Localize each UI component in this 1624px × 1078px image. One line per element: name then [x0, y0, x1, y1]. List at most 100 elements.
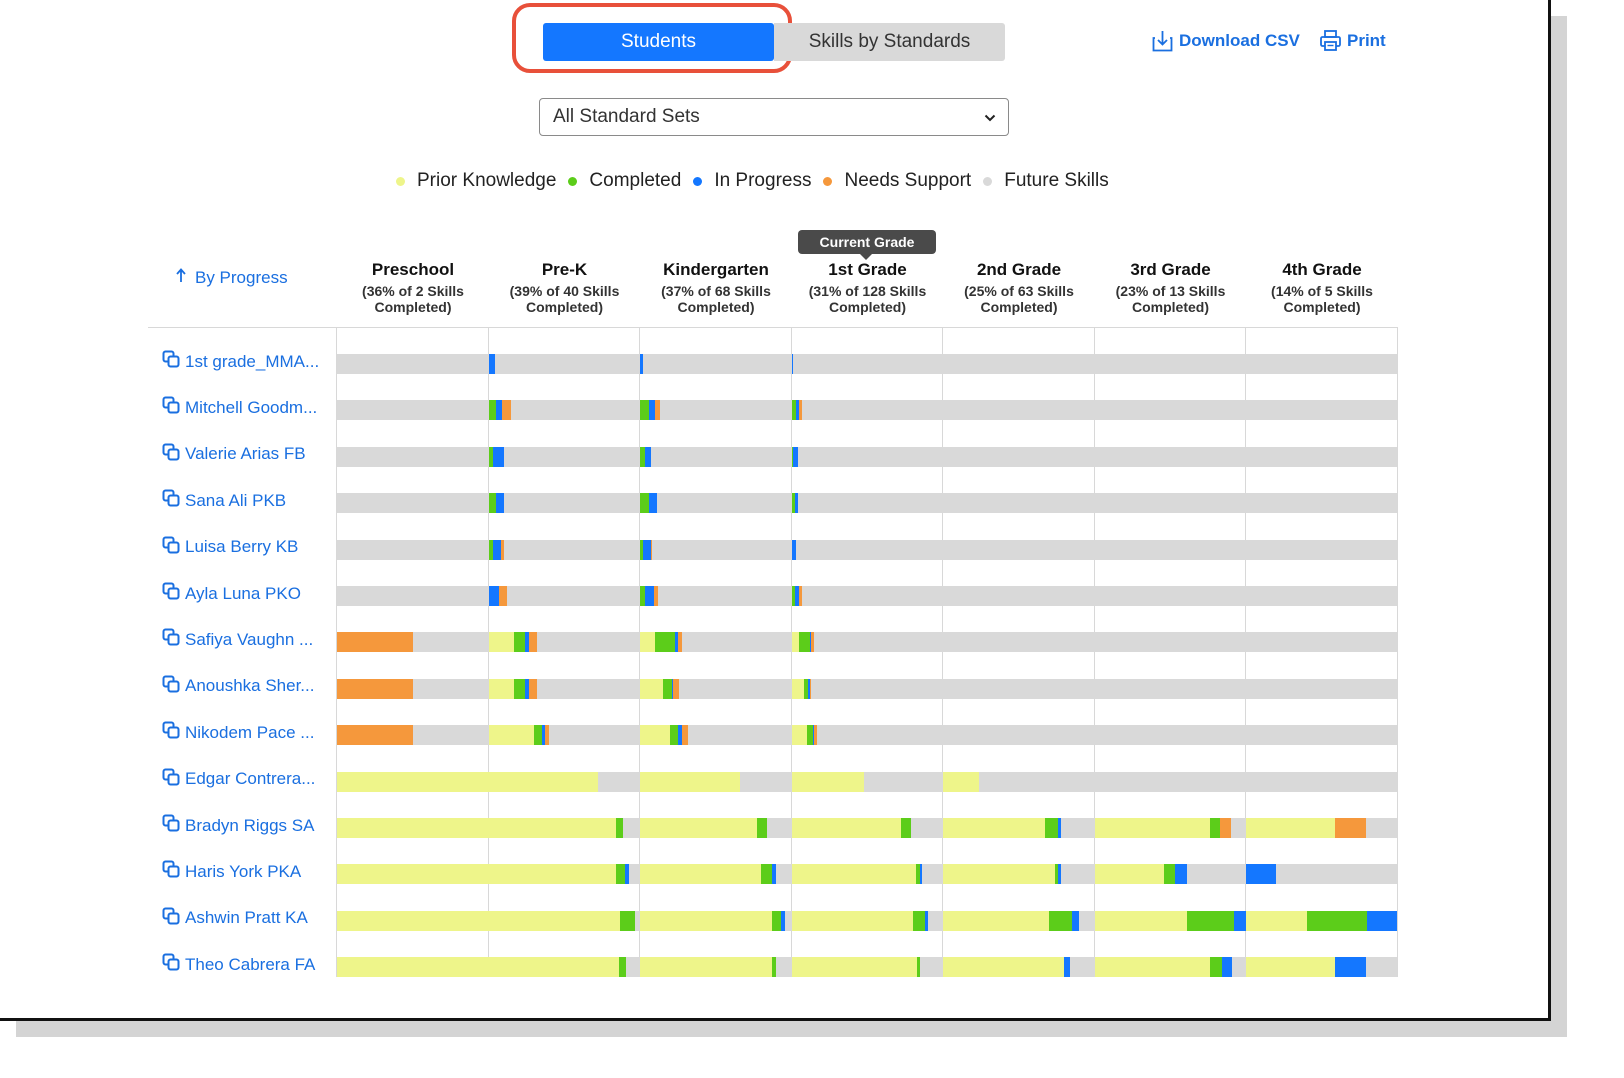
segment-in-progress	[791, 539, 797, 560]
segment-completed	[533, 725, 542, 746]
download-csv-button[interactable]: Download CSV	[1152, 30, 1300, 52]
legend-label: Needs Support	[844, 170, 972, 191]
grade-header: 3rd Grade (23% of 13 Skills Completed)	[1095, 260, 1247, 315]
student-link[interactable]: Ayla Luna PKO	[162, 582, 301, 605]
standard-set-select[interactable]: All Standard Sets	[539, 98, 1009, 136]
grade-header: 1st Grade (31% of 128 Skills Completed)	[792, 260, 944, 315]
student-link[interactable]: Mitchell Goodm...	[162, 396, 317, 419]
student-name: Bradyn Riggs SA	[185, 815, 315, 835]
student-link[interactable]: 1st grade_MMA...	[162, 350, 319, 373]
download-icon	[1152, 30, 1173, 52]
segment-prior-knowledge	[640, 678, 663, 699]
segment-completed	[615, 864, 625, 885]
tab-skills-by-standards[interactable]: Skills by Standards	[774, 23, 1005, 61]
grade-summary: (23% of 13 Skills Completed)	[1115, 283, 1226, 315]
print-button[interactable]: Print	[1320, 30, 1386, 51]
student-link[interactable]: Edgar Contrera...	[162, 768, 315, 791]
student-progress-bar	[337, 910, 1398, 931]
student-name: Anoushka Sher...	[185, 676, 315, 696]
segment-completed	[615, 818, 624, 838]
segment-needs-support	[1220, 818, 1231, 838]
segment-prior-knowledge	[640, 818, 757, 838]
open-new-window-icon	[162, 396, 180, 419]
student-link[interactable]: Valerie Arias FB	[162, 443, 306, 466]
segment-in-progress	[644, 446, 651, 467]
segment-completed	[761, 864, 772, 885]
segment-completed	[799, 632, 810, 653]
segment-needs-support	[337, 632, 413, 653]
segment-prior-knowledge	[488, 818, 616, 838]
segment-prior-knowledge	[640, 725, 671, 746]
segment-in-progress	[493, 446, 504, 467]
segment-completed	[1209, 957, 1222, 978]
student-progress-bar	[337, 864, 1397, 885]
segment-prior-knowledge	[1094, 957, 1210, 978]
segment-completed	[1209, 818, 1221, 838]
student-link[interactable]: Safiya Vaughn ...	[162, 628, 313, 651]
segment-in-progress	[1233, 910, 1246, 931]
segment-completed	[900, 818, 912, 838]
current-grade-badge: Current Grade	[798, 230, 936, 260]
segment-completed	[756, 818, 768, 838]
student-link[interactable]: Theo Cabrera FA	[162, 953, 315, 976]
segment-completed	[1044, 818, 1059, 838]
printer-icon	[1320, 30, 1341, 51]
student-link[interactable]: Bradyn Riggs SA	[162, 814, 314, 837]
segment-in-progress	[791, 354, 793, 374]
legend-item-future-skills: Future Skills	[983, 170, 1109, 192]
segment-prior-knowledge	[943, 957, 1065, 978]
student-progress-bar	[337, 725, 1397, 746]
grade-name: 1st Grade	[828, 260, 907, 279]
segment-needs-support	[499, 586, 507, 606]
student-link[interactable]: Sana Ali PKB	[162, 489, 286, 512]
segment-prior-knowledge	[337, 771, 489, 792]
sort-by-progress-button[interactable]: By Progress	[176, 268, 288, 288]
legend-label: In Progress	[714, 170, 812, 191]
tab-students[interactable]: Students	[543, 23, 774, 61]
grade-summary: (25% of 63 Skills Completed)	[964, 283, 1074, 315]
legend-item-in-progress: In Progress	[693, 170, 811, 192]
open-new-window-icon	[162, 443, 180, 466]
legend: Prior Knowledge Completed In Progress Needs…	[396, 170, 1111, 192]
segment-prior-knowledge	[943, 771, 980, 792]
segment-prior-knowledge	[488, 957, 619, 978]
student-progress-bar	[337, 771, 1397, 792]
segment-prior-knowledge	[791, 910, 913, 931]
chevron-down-icon	[984, 106, 996, 128]
grade-summary: (36% of 2 Skills Completed)	[362, 283, 464, 315]
segment-prior-knowledge	[640, 632, 656, 653]
legend-dot	[693, 176, 703, 186]
student-link[interactable]: Ashwin Pratt KA	[162, 907, 308, 930]
segment-completed	[655, 632, 675, 653]
segment-in-progress	[793, 446, 798, 467]
segment-completed	[640, 400, 650, 421]
grade-name: 4th Grade	[1282, 260, 1362, 279]
segment-prior-knowledge	[791, 678, 804, 699]
segment-in-progress	[1071, 910, 1080, 931]
open-new-window-icon	[162, 628, 180, 651]
segment-needs-support	[655, 400, 660, 421]
segment-prior-knowledge	[640, 957, 772, 978]
student-progress-bar	[337, 586, 1397, 606]
segment-in-progress	[649, 493, 657, 514]
legend-label: Completed	[589, 170, 682, 191]
student-link[interactable]: Haris York PKA	[162, 860, 301, 883]
segment-in-progress	[1367, 910, 1398, 931]
student-link[interactable]: Nikodem Pace ...	[162, 721, 314, 744]
segment-prior-knowledge	[1246, 818, 1336, 838]
segment-in-progress	[771, 864, 777, 885]
segment-in-progress	[488, 354, 495, 374]
segment-completed	[1049, 910, 1072, 931]
grade-name: Pre-K	[541, 260, 588, 279]
student-name: Ayla Luna PKO	[185, 583, 301, 603]
segment-completed	[1164, 864, 1175, 885]
segment-completed	[488, 493, 497, 514]
open-new-window-icon	[162, 907, 180, 930]
segment-needs-support	[529, 632, 537, 653]
segment-prior-knowledge	[791, 864, 916, 885]
student-link[interactable]: Anoushka Sher...	[162, 675, 314, 698]
student-link[interactable]: Luisa Berry KB	[162, 536, 298, 559]
segment-in-progress	[1246, 864, 1277, 885]
segment-prior-knowledge	[1246, 957, 1336, 978]
segment-in-progress	[640, 354, 644, 374]
